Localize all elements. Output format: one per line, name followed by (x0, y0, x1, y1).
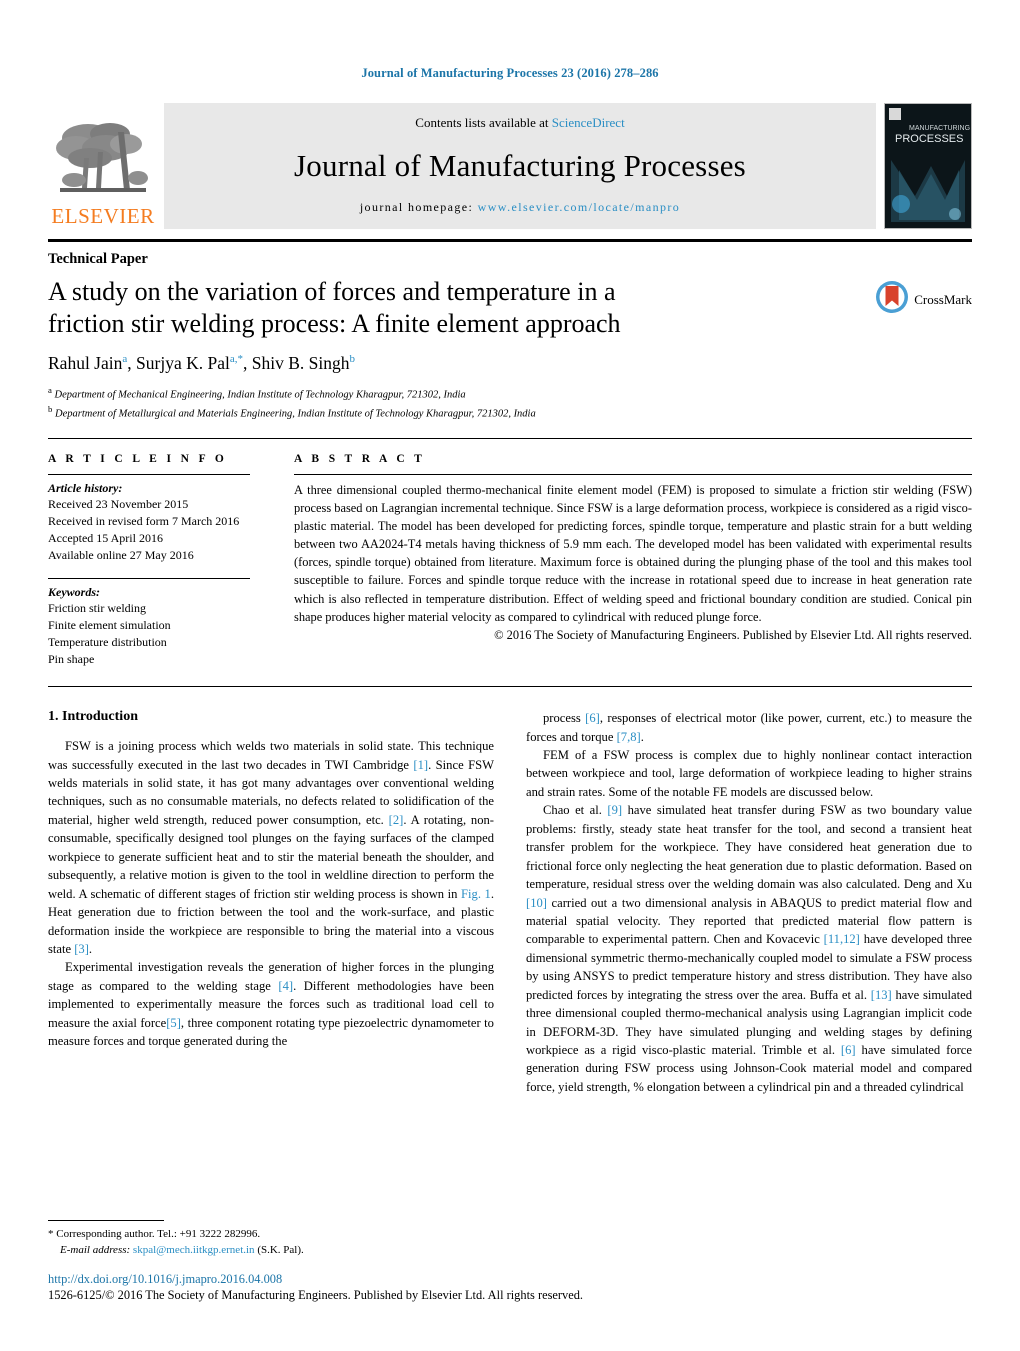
corresponding-author-footnote: * Corresponding author. Tel.: +91 3222 2… (48, 1220, 482, 1259)
author-name: Surjya K. Pal (136, 353, 230, 374)
info-abstract-region: A R T I C L E I N F O Article history: R… (48, 453, 972, 668)
contents-line: Contents lists available at ScienceDirec… (415, 115, 624, 131)
email-link[interactable]: skpal@mech.iitkgp.ernet.in (133, 1244, 255, 1256)
journal-banner: Contents lists available at ScienceDirec… (164, 103, 876, 229)
affiliation-mark: b (48, 404, 53, 415)
abstract-copyright: © 2016 The Society of Manufacturing Engi… (494, 627, 972, 642)
citation-ref[interactable]: [3] (74, 942, 89, 956)
paper-page: Journal of Manufacturing Processes 23 (2… (0, 0, 1020, 1351)
masthead-divider (48, 239, 972, 242)
figure-ref[interactable]: Fig. 1 (461, 887, 491, 901)
body-paragraph: process [6], responses of electrical mot… (526, 711, 972, 744)
crossmark-icon (875, 280, 909, 319)
abstract-divider (48, 686, 972, 688)
crossmark-badge[interactable]: CrossMark (875, 276, 972, 319)
history-item: Available online 27 May 2016 (48, 547, 194, 562)
citation-ref[interactable]: [1] (413, 758, 428, 772)
history-item: Accepted 15 April 2016 (48, 530, 163, 545)
doi-link[interactable]: http://dx.doi.org/10.1016/j.jmapro.2016.… (48, 1271, 648, 1287)
svg-text:PROCESSES: PROCESSES (895, 133, 963, 145)
title-divider (48, 437, 972, 439)
abstract-rule (294, 473, 972, 481)
homepage-label: journal homepage: (359, 200, 474, 214)
author-affil-mark: a,* (229, 353, 243, 366)
abstract-text: A three dimensional coupled thermo-mecha… (294, 482, 972, 624)
journal-cover-thumbnail: MANUFACTURING PROCESSES (884, 103, 972, 229)
affiliation-mark: a (48, 385, 52, 396)
elsevier-tree-icon (54, 118, 152, 204)
citation-ref[interactable]: [2] (389, 813, 404, 827)
author-affil-mark: b (349, 353, 355, 366)
footnote-corresponding-line: * Corresponding author. Tel.: +91 3222 2… (48, 1227, 482, 1243)
title-block: A study on the variation of forces and t… (48, 276, 972, 422)
citation-ref[interactable]: [4] (278, 979, 293, 993)
footnote-corresponding-text: Corresponding author. Tel.: +91 3222 282… (56, 1228, 261, 1241)
journal-masthead: ELSEVIER Contents lists available at Sci… (48, 103, 972, 229)
crossmark-label: CrossMark (914, 291, 972, 307)
issn-copyright-line: 1526-6125/© 2016 The Society of Manufact… (48, 1287, 583, 1302)
journal-homepage-line: journal homepage: www.elsevier.com/locat… (360, 200, 680, 215)
contents-prefix: Contents lists available at (415, 115, 552, 130)
citation-ref[interactable]: [13] (871, 988, 892, 1002)
citation-ref[interactable]: [5] (166, 1016, 181, 1030)
body-paragraph: Chao et al. [9] have simulated heat tran… (526, 803, 972, 1094)
affiliation-list: a Department of Mechanical Engineering, … (48, 384, 855, 421)
page-footer: http://dx.doi.org/10.1016/j.jmapro.2016.… (48, 1271, 648, 1303)
keywords-label: Keywords: (48, 585, 100, 599)
abstract-heading: A B S T R A C T (294, 452, 426, 465)
article-info-column: A R T I C L E I N F O Article history: R… (48, 453, 294, 668)
email-owner: (S.K. Pal). (257, 1244, 304, 1257)
body-column-left: 1. Introduction FSW is a joining process… (48, 709, 494, 1096)
body-columns: 1. Introduction FSW is a joining process… (48, 709, 972, 1096)
keyword-item: Friction stir welding (48, 601, 146, 615)
affiliation-item: a Department of Mechanical Engineering, … (48, 384, 855, 403)
abstract-column: A B S T R A C T A three dimensional coup… (294, 453, 972, 668)
citation-ref[interactable]: [6] (841, 1043, 856, 1057)
body-paragraph: Experimental investigation reveals the g… (48, 960, 494, 1049)
article-history-label: Article history: (48, 480, 123, 495)
footnote-email-line: E-mail address: skpal@mech.iitkgp.ernet.… (48, 1243, 482, 1259)
history-item: Received in revised form 7 March 2016 (48, 513, 240, 528)
author-name: Rahul Jain (48, 353, 123, 374)
article-info-rule (48, 473, 250, 481)
citation-ref[interactable]: [11,12] (824, 932, 860, 946)
homepage-url-link[interactable]: www.elsevier.com/locate/manpro (478, 200, 681, 214)
body-paragraph: FSW is a joining process which welds two… (48, 739, 494, 956)
body-column-right: process [6], responses of electrical mot… (526, 709, 972, 1096)
keyword-item: Finite element simulation (48, 618, 171, 633)
paper-type-label: Technical Paper (48, 251, 148, 267)
keyword-item: Temperature distribution (48, 635, 167, 650)
citation-ref[interactable]: [9] (607, 803, 622, 817)
keywords-rule (48, 578, 250, 585)
page-title: A study on the variation of forces and t… (48, 277, 621, 338)
history-item: Received 23 November 2015 (48, 496, 189, 511)
body-paragraph: FEM of a FSW process is complex due to h… (526, 748, 972, 799)
author-name: Shiv B. Singh (251, 353, 350, 374)
affiliation-text: Department of Metallurgical and Material… (55, 408, 536, 420)
keyword-item: Pin shape (48, 652, 95, 667)
elsevier-wordmark: ELSEVIER (51, 204, 155, 228)
running-head: Journal of Manufacturing Processes 23 (2… (361, 66, 659, 80)
keywords-block: Keywords: Friction stir welding Finite e… (48, 578, 250, 668)
section-title-introduction: 1. Introduction (48, 709, 138, 725)
affiliation-item: b Department of Metallurgical and Materi… (48, 403, 855, 422)
citation-ref[interactable]: [6] (585, 711, 600, 725)
author-list: Rahul Jaina, Surjya K. Pala,*, Shiv B. S… (48, 353, 355, 374)
footnote-star: * (48, 1228, 54, 1241)
email-address-label: E-mail address: (60, 1244, 131, 1257)
citation-ref[interactable]: [10] (526, 896, 547, 910)
journal-title: Journal of Manufacturing Processes (294, 147, 746, 183)
svg-text:MANUFACTURING: MANUFACTURING (909, 125, 970, 132)
article-info-heading: A R T I C L E I N F O (48, 452, 228, 465)
citation-ref[interactable]: [7,8] (617, 730, 641, 744)
affiliation-text: Department of Mechanical Engineering, In… (54, 389, 466, 401)
elsevier-logo: ELSEVIER (48, 103, 158, 229)
author-affil-mark: a (122, 353, 128, 366)
sciencedirect-link[interactable]: ScienceDirect (552, 115, 625, 130)
footnote-rule (48, 1220, 164, 1222)
